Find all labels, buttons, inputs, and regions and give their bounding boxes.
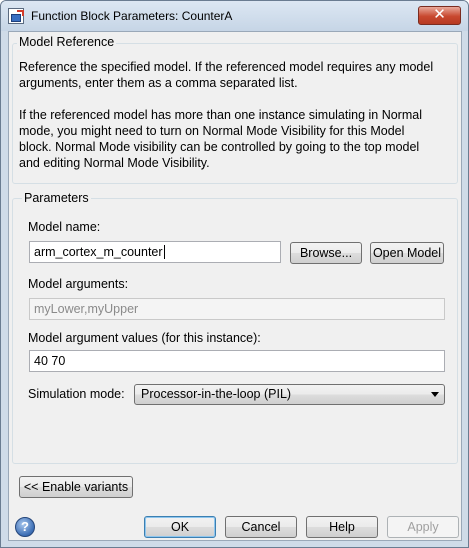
browse-button[interactable]: Browse... bbox=[290, 242, 362, 264]
help-glyph: ? bbox=[21, 519, 29, 534]
desc-line: Reference the specified model. If the re… bbox=[19, 60, 434, 74]
model-reference-legend: Model Reference bbox=[17, 35, 117, 49]
model-arguments-input: myLower,myUpper bbox=[29, 298, 445, 320]
enable-variants-button[interactable]: << Enable variants bbox=[19, 476, 133, 498]
cancel-button[interactable]: Cancel bbox=[225, 516, 297, 538]
model-reference-description: Reference the specified model. If the re… bbox=[19, 59, 459, 171]
chevron-down-icon bbox=[431, 392, 439, 397]
simulation-mode-value: Processor-in-the-loop (PIL) bbox=[141, 387, 292, 401]
help-button[interactable]: Help bbox=[306, 516, 378, 538]
title-bar[interactable]: Function Block Parameters: CounterA ✕ bbox=[1, 1, 468, 31]
text-caret bbox=[163, 245, 165, 259]
dialog-window: Function Block Parameters: CounterA ✕ Mo… bbox=[0, 0, 469, 548]
model-name-value: arm_cortex_m_counter bbox=[34, 245, 163, 259]
model-name-label: Model name: bbox=[28, 220, 101, 234]
open-model-button[interactable]: Open Model bbox=[370, 242, 444, 264]
desc-line: and editing Normal Mode Visibility. bbox=[19, 156, 210, 170]
model-arguments-label: Model arguments: bbox=[28, 277, 129, 291]
parameters-legend: Parameters bbox=[22, 191, 91, 205]
ok-button[interactable]: OK bbox=[144, 516, 216, 538]
close-button[interactable]: ✕ bbox=[418, 6, 461, 25]
desc-line: block. Normal Mode visibility can be con… bbox=[19, 140, 420, 154]
simulation-mode-label: Simulation mode: bbox=[28, 387, 125, 401]
desc-line: If the referenced model has more than on… bbox=[19, 108, 422, 122]
help-icon[interactable]: ? bbox=[15, 517, 35, 537]
close-icon: ✕ bbox=[433, 6, 446, 23]
simulink-block-icon bbox=[8, 8, 24, 24]
apply-button: Apply bbox=[387, 516, 459, 538]
argument-values-input[interactable]: 40 70 bbox=[29, 350, 445, 372]
argument-values-label: Model argument values (for this instance… bbox=[28, 331, 261, 345]
model-name-input[interactable]: arm_cortex_m_counter bbox=[29, 241, 281, 263]
window-title: Function Block Parameters: CounterA bbox=[31, 9, 233, 23]
dialog-body: Model Reference Reference the specified … bbox=[8, 31, 462, 541]
desc-line: mode, you might need to turn on Normal M… bbox=[19, 124, 405, 138]
simulation-mode-dropdown[interactable]: Processor-in-the-loop (PIL) bbox=[134, 384, 445, 405]
desc-line: arguments, enter them as a comma separat… bbox=[19, 76, 298, 90]
